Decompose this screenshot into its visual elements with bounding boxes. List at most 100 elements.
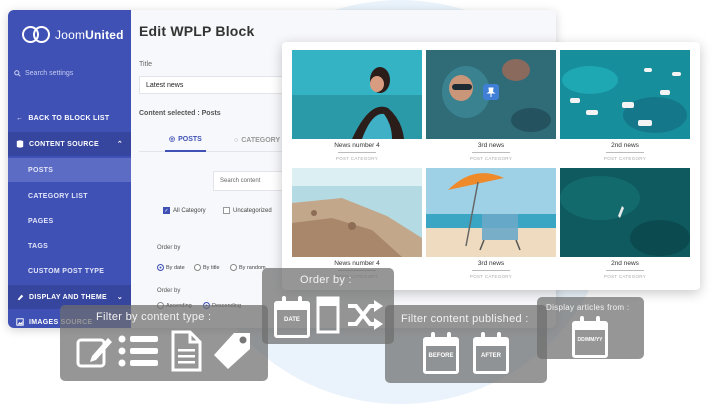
- title-field-label: Title: [139, 61, 152, 68]
- tab-category[interactable]: ○ CATEGORY: [234, 128, 280, 152]
- uncategorized-checkbox[interactable]: Uncategorized: [223, 207, 272, 214]
- news-title: 3rd news: [477, 142, 505, 149]
- title-icon: [316, 296, 340, 334]
- date-icon-label: DATE: [284, 317, 300, 323]
- sidebar-item-posts[interactable]: POSTS: [8, 158, 131, 182]
- checkbox-checked-icon: ✓: [163, 207, 170, 214]
- news-thumbnail: [560, 50, 690, 139]
- checkbox-empty-icon: [223, 207, 230, 214]
- sidebar-item-tags[interactable]: TAGS: [8, 234, 131, 258]
- title-input[interactable]: Latest news: [139, 76, 289, 94]
- news-card[interactable]: News number 4 POST CATEGORY: [292, 168, 422, 279]
- content-source-section[interactable]: CONTENT SOURCE ⌃: [8, 132, 131, 156]
- sidebar-item-category-list[interactable]: CATEGORY LIST: [8, 184, 131, 208]
- document-icon: [171, 330, 202, 372]
- order-option-label: By random: [239, 264, 266, 271]
- title-divider: [338, 152, 376, 153]
- filter-content-type-panel: Filter by content type :: [60, 305, 268, 381]
- before-calendar-icon: BEFORE: [423, 332, 459, 374]
- from-date-calendar-icon: DD/MM/YY: [572, 316, 608, 358]
- news-thumbnail: [426, 168, 556, 257]
- sidebar-item-label: PAGES: [28, 217, 54, 225]
- title-divider: [472, 152, 510, 153]
- tab-posts-label: POSTS: [178, 135, 202, 143]
- news-card[interactable]: 3rd news POST CATEGORY: [426, 50, 556, 161]
- radio-icon: [230, 264, 237, 271]
- content-source-label: CONTENT SOURCE: [29, 140, 99, 148]
- news-title: 2nd news: [611, 260, 639, 267]
- uncategorized-label: Uncategorized: [233, 207, 272, 214]
- order-by-panel: Order by : DATE: [262, 268, 394, 344]
- news-title: News number 4: [334, 142, 380, 149]
- title-divider: [606, 270, 644, 271]
- title-divider: [606, 152, 644, 153]
- order-by-random-radio[interactable]: By random: [230, 264, 266, 271]
- brand-name-bold: United: [85, 28, 124, 42]
- order-option-label: By date: [166, 264, 185, 271]
- order-label: Order by: [157, 288, 181, 294]
- news-thumbnail: [292, 168, 422, 257]
- posts-tab-icon: ◎: [169, 136, 176, 143]
- brand-name-light: Joom: [55, 28, 86, 42]
- radio-icon: [194, 264, 201, 271]
- chevron-down-icon: ⌄: [116, 294, 123, 301]
- logo-icon: [22, 26, 50, 44]
- sidebar-item-custom-post-type[interactable]: CUSTOM POST TYPE: [8, 259, 131, 283]
- radio-selected-icon: [157, 264, 164, 271]
- sidebar-item-pages[interactable]: PAGES: [8, 209, 131, 233]
- content-selected-text: Content selected : Posts: [139, 110, 221, 117]
- database-icon: [16, 140, 24, 148]
- edit-icon: [76, 338, 112, 368]
- order-by-date-radio[interactable]: By date: [157, 264, 185, 271]
- order-by-title-radio[interactable]: By title: [194, 264, 220, 271]
- sidebar-item-label: POSTS: [28, 166, 54, 174]
- sidebar: JoomUnited Search settings ← BACK TO BLO…: [8, 10, 131, 328]
- settings-search-placeholder: Search settings: [25, 70, 74, 77]
- brush-icon: [17, 294, 24, 301]
- display-articles-from-panel: Display articles from : DD/MM/YY: [537, 297, 644, 359]
- title-divider: [472, 270, 510, 271]
- news-category: POST CATEGORY: [603, 274, 647, 279]
- all-category-checkbox[interactable]: ✓ All Category: [163, 207, 206, 214]
- filter-published-title: Filter content published :: [401, 313, 529, 325]
- filter-content-type-title: Filter by content type :: [96, 311, 212, 323]
- news-card[interactable]: News number 4 POST CATEGORY: [292, 50, 422, 161]
- news-title: 3rd news: [477, 260, 505, 267]
- news-card[interactable]: 3rd news POST CATEGORY: [426, 168, 556, 279]
- search-icon: [14, 70, 21, 77]
- order-by-label: Order by: [157, 245, 181, 251]
- display-articles-from-title: Display articles from :: [546, 303, 630, 312]
- news-title: 2nd news: [611, 142, 639, 149]
- order-option-label: By title: [203, 264, 220, 271]
- filter-published-panel: Filter content published : BEFORE AFTER: [385, 305, 547, 383]
- list-icon: [118, 335, 158, 367]
- news-title: News number 4: [334, 260, 380, 267]
- news-thumbnail: [560, 168, 690, 257]
- sidebar-item-label: CUSTOM POST TYPE: [28, 267, 105, 275]
- joomunited-logo: JoomUnited: [22, 24, 124, 46]
- sidebar-item-label: TAGS: [28, 242, 49, 250]
- chevron-up-icon: ⌃: [116, 141, 123, 148]
- news-thumbnail: [292, 50, 422, 139]
- back-to-block-list[interactable]: ← BACK TO BLOCK LIST: [8, 106, 131, 130]
- date-calendar-icon: DATE: [274, 296, 310, 338]
- news-card[interactable]: 2nd news POST CATEGORY: [560, 168, 690, 279]
- order-by-title: Order by :: [300, 274, 352, 286]
- display-theme-label: DISPLAY AND THEME: [29, 293, 107, 301]
- news-card[interactable]: 2nd news POST CATEGORY: [560, 50, 690, 161]
- all-category-label: All Category: [173, 207, 206, 214]
- pin-icon: [483, 84, 499, 100]
- content-tabs: ◎ POSTS ○ CATEGORY: [139, 128, 289, 152]
- sidebar-item-label: CATEGORY LIST: [28, 192, 88, 200]
- news-category: POST CATEGORY: [603, 156, 647, 161]
- after-icon-label: AFTER: [481, 353, 501, 359]
- before-icon-label: BEFORE: [428, 353, 454, 359]
- tab-posts[interactable]: ◎ POSTS: [165, 128, 206, 152]
- news-category: POST CATEGORY: [469, 274, 513, 279]
- shuffle-icon: [348, 300, 383, 330]
- settings-search[interactable]: Search settings: [14, 70, 126, 77]
- tag-icon: [214, 333, 250, 369]
- back-label: BACK TO BLOCK LIST: [28, 114, 110, 122]
- image-icon: [16, 318, 24, 326]
- arrow-left-icon: ←: [16, 114, 24, 122]
